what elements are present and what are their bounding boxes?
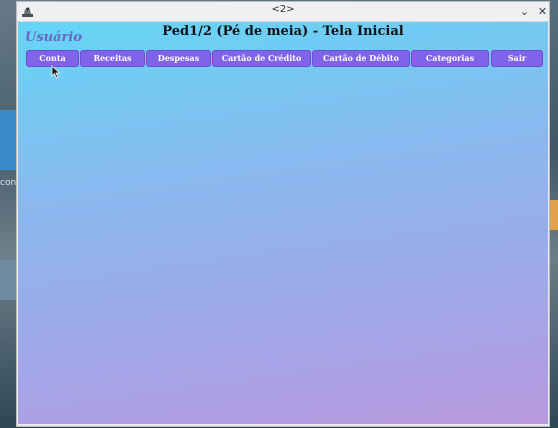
main-nav: Conta Receitas Despesas Cartão de Crédit… bbox=[26, 50, 543, 67]
categorias-button[interactable]: Categorias bbox=[411, 50, 489, 67]
desktop-window-fragment bbox=[548, 200, 558, 230]
page-title: Ped1/2 (Pé de meia) - Tela Inicial bbox=[162, 24, 404, 39]
despesas-button[interactable]: Despesas bbox=[146, 50, 211, 67]
app-content: Usuário Ped1/2 (Pé de meia) - Tela Inici… bbox=[18, 22, 548, 424]
app-window: <2> ⌄ ✕ Usuário Ped1/2 (Pé de meia) - Te… bbox=[17, 2, 549, 426]
mouse-cursor-icon bbox=[51, 65, 61, 79]
cartao-debito-button[interactable]: Cartão de Débito bbox=[312, 50, 410, 67]
minimize-button[interactable]: ⌄ bbox=[517, 4, 532, 19]
sair-button[interactable]: Sair bbox=[491, 50, 543, 67]
desktop-window-fragment bbox=[0, 110, 18, 170]
window-titlebar[interactable]: <2> ⌄ ✕ bbox=[17, 2, 549, 22]
window-title: <2> bbox=[271, 4, 295, 15]
receitas-button[interactable]: Receitas bbox=[80, 50, 145, 67]
desktop-window-fragment bbox=[0, 260, 18, 300]
close-button[interactable]: ✕ bbox=[535, 4, 550, 19]
cartao-credito-button[interactable]: Cartão de Crédito bbox=[212, 50, 311, 67]
